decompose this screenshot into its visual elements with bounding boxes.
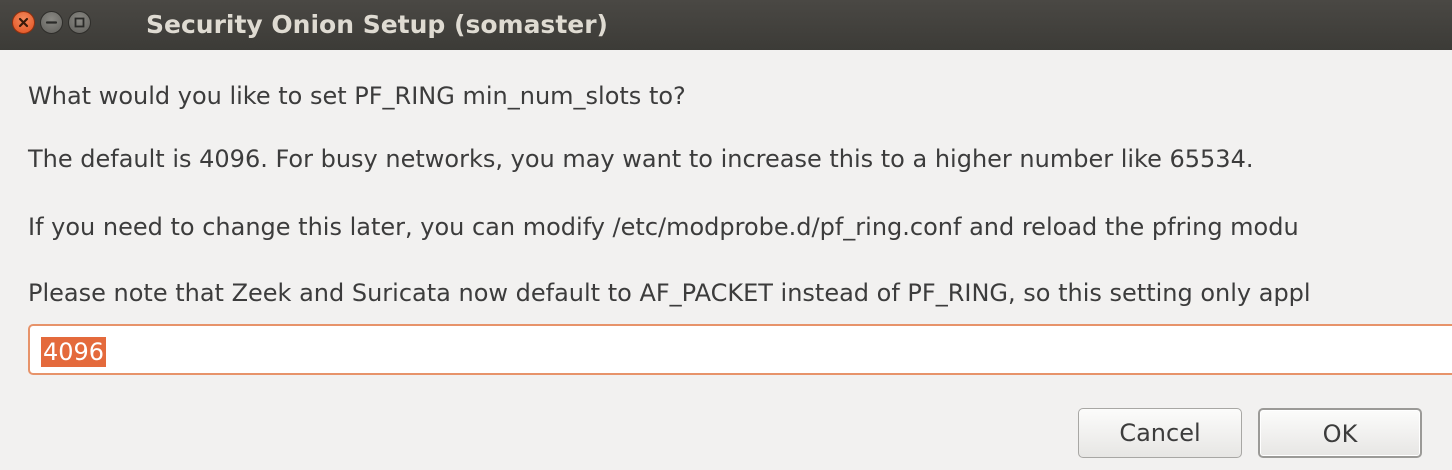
prompt-text: What would you like to set PF_RING min_n… — [28, 82, 686, 110]
window-title: Security Onion Setup (somaster) — [146, 10, 608, 39]
dialog-window: Security Onion Setup (somaster) What wou… — [0, 0, 1452, 470]
close-icon[interactable] — [12, 11, 35, 34]
default-info-text: The default is 4096. For busy networks, … — [28, 145, 1254, 173]
af-packet-note-text: Please note that Zeek and Suricata now d… — [28, 279, 1311, 307]
cancel-button[interactable]: Cancel — [1078, 408, 1242, 458]
config-path-text: If you need to change this later, you ca… — [28, 213, 1299, 241]
dialog-content: What would you like to set PF_RING min_n… — [0, 50, 1452, 470]
ok-button[interactable]: OK — [1258, 408, 1422, 458]
selected-input-value[interactable]: 4096 — [41, 337, 107, 367]
minimize-icon[interactable] — [40, 11, 63, 34]
min-num-slots-input[interactable]: 4096 — [28, 324, 1452, 375]
maximize-icon[interactable] — [68, 11, 91, 34]
title-bar[interactable]: Security Onion Setup (somaster) — [0, 0, 1452, 50]
